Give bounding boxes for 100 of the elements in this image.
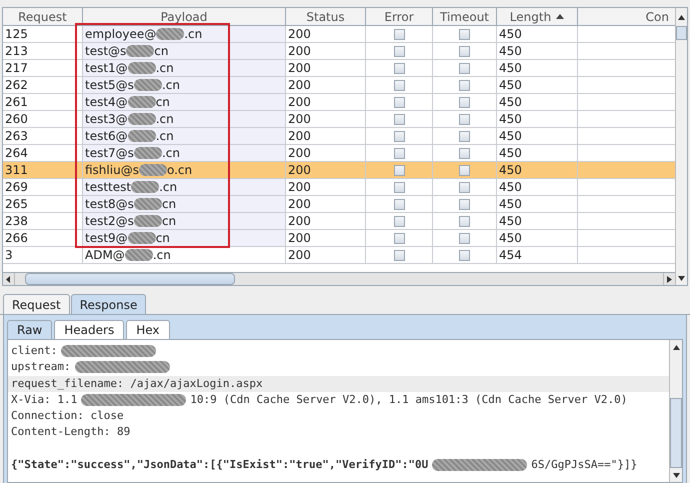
redaction-mark [128, 96, 156, 108]
checkbox[interactable] [394, 250, 404, 260]
table-row[interactable]: 263 test6@ .cn 200 450 [3, 128, 675, 145]
checkbox[interactable] [459, 62, 470, 74]
checkbox[interactable] [459, 28, 470, 40]
checkbox[interactable] [459, 46, 470, 56]
column-header[interactable]: Error [366, 8, 433, 25]
table-cell: 200 [286, 145, 366, 161]
column-header[interactable]: Length [497, 8, 578, 25]
redaction-mark [138, 164, 167, 176]
checkbox[interactable] [459, 130, 470, 142]
table-row[interactable]: 260 test3@ .cn 200 450 [3, 111, 675, 128]
checkbox[interactable] [394, 148, 404, 158]
column-header[interactable]: Status [286, 8, 366, 25]
table-cell: .cn [156, 128, 174, 144]
checkbox[interactable] [459, 148, 470, 158]
tab[interactable]: Request [3, 294, 70, 314]
column-header[interactable]: Request [3, 8, 83, 25]
table-cell: 450 [497, 128, 578, 144]
table-row[interactable]: 264 test7@s .cn 200 450 [3, 145, 675, 162]
table-cell: 450 [497, 94, 578, 110]
checkbox[interactable] [459, 250, 470, 260]
table-cell: 200 [286, 247, 366, 263]
checkbox[interactable] [394, 164, 404, 176]
table-cell: 200 [286, 179, 366, 195]
table-cell: 450 [497, 162, 578, 178]
right-triangle-icon [667, 276, 672, 282]
checkbox[interactable] [394, 46, 404, 56]
table-cell: test9@ [85, 230, 128, 246]
response-text: Content-Length: 89 [11, 424, 130, 440]
checkbox[interactable] [394, 216, 404, 226]
redaction-mark [131, 181, 160, 193]
table-row[interactable]: 125 employee@ .cn 200 450 [3, 26, 675, 43]
checkbox[interactable] [459, 164, 470, 176]
checkbox[interactable] [394, 62, 404, 74]
table-cell: cn [162, 196, 176, 212]
table-row[interactable]: 261 test4@ cn 200 450 [3, 94, 675, 111]
checkbox[interactable] [394, 80, 404, 90]
column-header[interactable]: Con [578, 8, 675, 25]
response-text: X-Via: 1.1 [11, 392, 78, 408]
table-cell: 200 [286, 77, 366, 93]
checkbox[interactable] [394, 28, 404, 40]
column-header[interactable]: Payload [83, 8, 286, 25]
redaction-mark [128, 113, 156, 125]
table-cell: 450 [497, 43, 578, 59]
tab[interactable]: Response [70, 294, 146, 314]
checkbox[interactable] [459, 232, 470, 244]
table-cell: test2@s [85, 213, 134, 229]
table-cell: 450 [497, 111, 578, 127]
table-cell: 200 [286, 111, 366, 127]
table-row[interactable]: 269 testtest .cn 200 450 [3, 179, 675, 196]
table-cell: 450 [497, 26, 578, 42]
table-cell: cn [156, 94, 170, 110]
checkbox[interactable] [394, 130, 404, 142]
table-row[interactable]: 3 ADM@ .cn 200 454 [3, 247, 675, 264]
tab[interactable]: Raw [7, 320, 52, 339]
table-row[interactable]: 217 test1@ .cn 200 450 [3, 60, 675, 77]
checkbox[interactable] [459, 96, 470, 108]
table-cell: .cn [184, 26, 202, 42]
table-cell: .cn [159, 179, 178, 195]
checkbox[interactable] [394, 96, 404, 108]
checkbox[interactable] [394, 232, 404, 244]
column-header[interactable]: Timeout [433, 8, 497, 25]
table-cell: 454 [497, 247, 578, 263]
redaction-mark [124, 249, 153, 261]
table-row[interactable]: 238 test2@s cn 200 450 [3, 213, 675, 230]
tab[interactable]: Hex [126, 320, 170, 339]
table-cell: cn [154, 43, 168, 59]
checkbox[interactable] [459, 114, 470, 124]
up-triangle-icon [678, 14, 685, 20]
table-cell: 200 [286, 43, 366, 59]
table-row[interactable]: 213 test@s cn 200 450 [3, 43, 675, 60]
table-cell: employee@ [85, 26, 156, 42]
response-text: upstream: [11, 359, 71, 376]
checkbox[interactable] [394, 198, 404, 210]
checkbox[interactable] [459, 80, 470, 90]
table-row[interactable]: 311 fishliu@s o.cn 200 450 [3, 162, 675, 179]
table-cell: .cn [156, 111, 174, 127]
table-row[interactable]: 266 test9@ cn 200 450 [3, 230, 675, 247]
redaction-mark [128, 232, 156, 244]
redaction-mark [128, 62, 156, 74]
checkbox[interactable] [459, 216, 470, 226]
checkbox[interactable] [394, 114, 404, 124]
horizontal-scrollbar-thumb[interactable] [25, 273, 235, 285]
vertical-scrollbar-thumb[interactable] [676, 26, 687, 40]
tab[interactable]: Headers [54, 320, 124, 339]
table-cell: test4@ [85, 94, 128, 110]
table-cell: 311 [3, 162, 83, 178]
response-text: {"State":"success","JsonData":[{"IsExist":"true","VerifyID":"0U [11, 456, 428, 473]
table-cell: .cn [162, 77, 180, 93]
table-row[interactable]: 265 test8@s cn 200 450 [3, 196, 675, 213]
response-text: 10:9 (Cdn Cache Server V2.0), 1.1 ams101:3 (Cdn Cache Server V2.0) [190, 392, 628, 408]
down-triangle-icon [678, 276, 685, 280]
checkbox[interactable] [394, 182, 404, 192]
vertical-scrollbar-thumb[interactable] [670, 398, 682, 468]
table-cell: testtest [85, 179, 132, 195]
table-row[interactable]: 262 test5@s .cn 200 450 [3, 77, 675, 94]
checkbox[interactable] [459, 182, 470, 192]
table-cell: test1@ [85, 60, 128, 76]
checkbox[interactable] [459, 198, 470, 210]
